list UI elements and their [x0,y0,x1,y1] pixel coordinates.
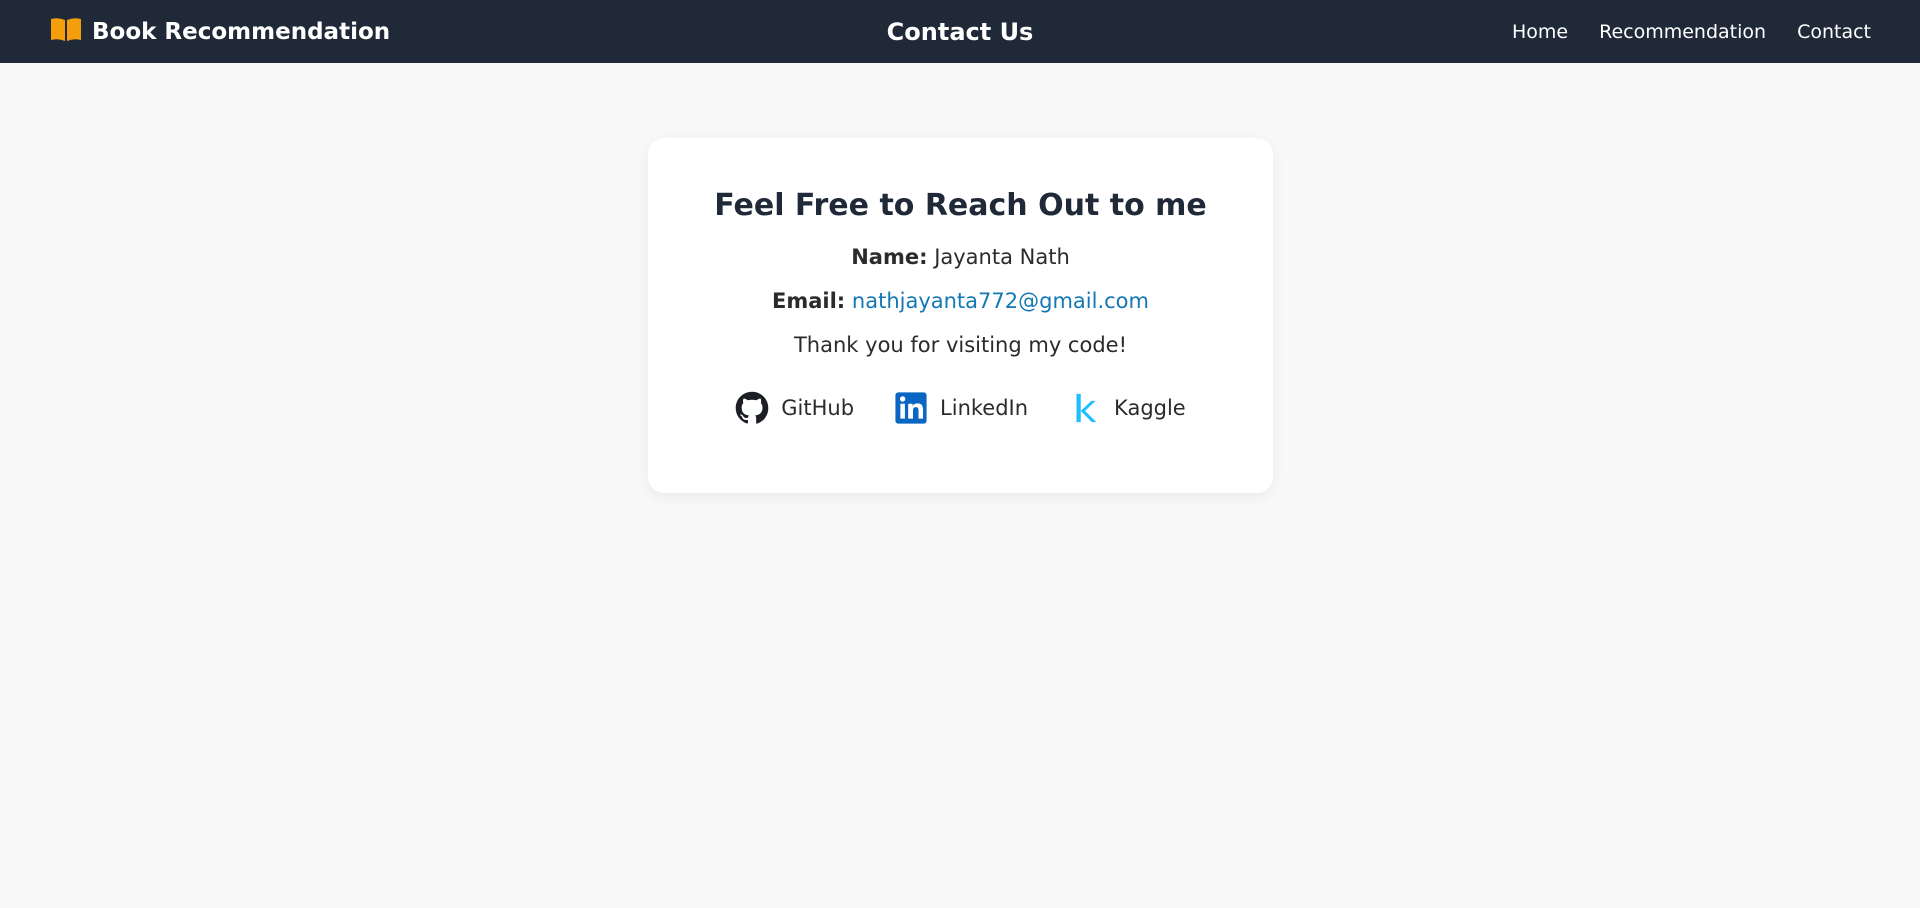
email-label: Email: [772,289,846,313]
linkedin-label: LinkedIn [940,396,1029,420]
name-label: Name: [851,245,928,269]
name-line: Name: Jayanta Nath [648,245,1273,269]
thanks-message: Thank you for visiting my code! [793,333,1127,357]
email-link[interactable]: nathjayanta772@gmail.com [852,289,1149,313]
nav-link-contact[interactable]: Contact [1797,21,1871,43]
linkedin-link[interactable]: LinkedIn [894,391,1028,425]
name-value: Jayanta Nath [934,245,1070,269]
email-line: Email: nathjayanta772@gmail.com [648,289,1273,313]
contact-heading: Feel Free to Reach Out to me [714,188,1207,223]
github-label: GitHub [781,396,855,420]
open-book-icon [50,16,92,48]
github-link[interactable]: GitHub [735,391,854,425]
nav-links: Home Recommendation Contact [1512,21,1871,43]
kaggle-link[interactable]: Kaggle [1068,391,1186,425]
top-navbar: Book Recommendation Contact Us Home Reco… [0,0,1920,63]
social-links: GitHub LinkedIn Kaggle [648,391,1273,425]
kaggle-label: Kaggle [1114,396,1186,420]
contact-card: Feel Free to Reach Out to me Name: Jayan… [648,138,1273,493]
nav-link-home[interactable]: Home [1512,21,1568,43]
brand-label: Book Recommendation [92,18,391,45]
kaggle-icon [1068,391,1102,425]
github-icon [735,391,769,425]
linkedin-icon [894,391,928,425]
brand-link[interactable]: Book Recommendation [50,16,390,48]
nav-link-recommendation[interactable]: Recommendation [1599,21,1766,43]
